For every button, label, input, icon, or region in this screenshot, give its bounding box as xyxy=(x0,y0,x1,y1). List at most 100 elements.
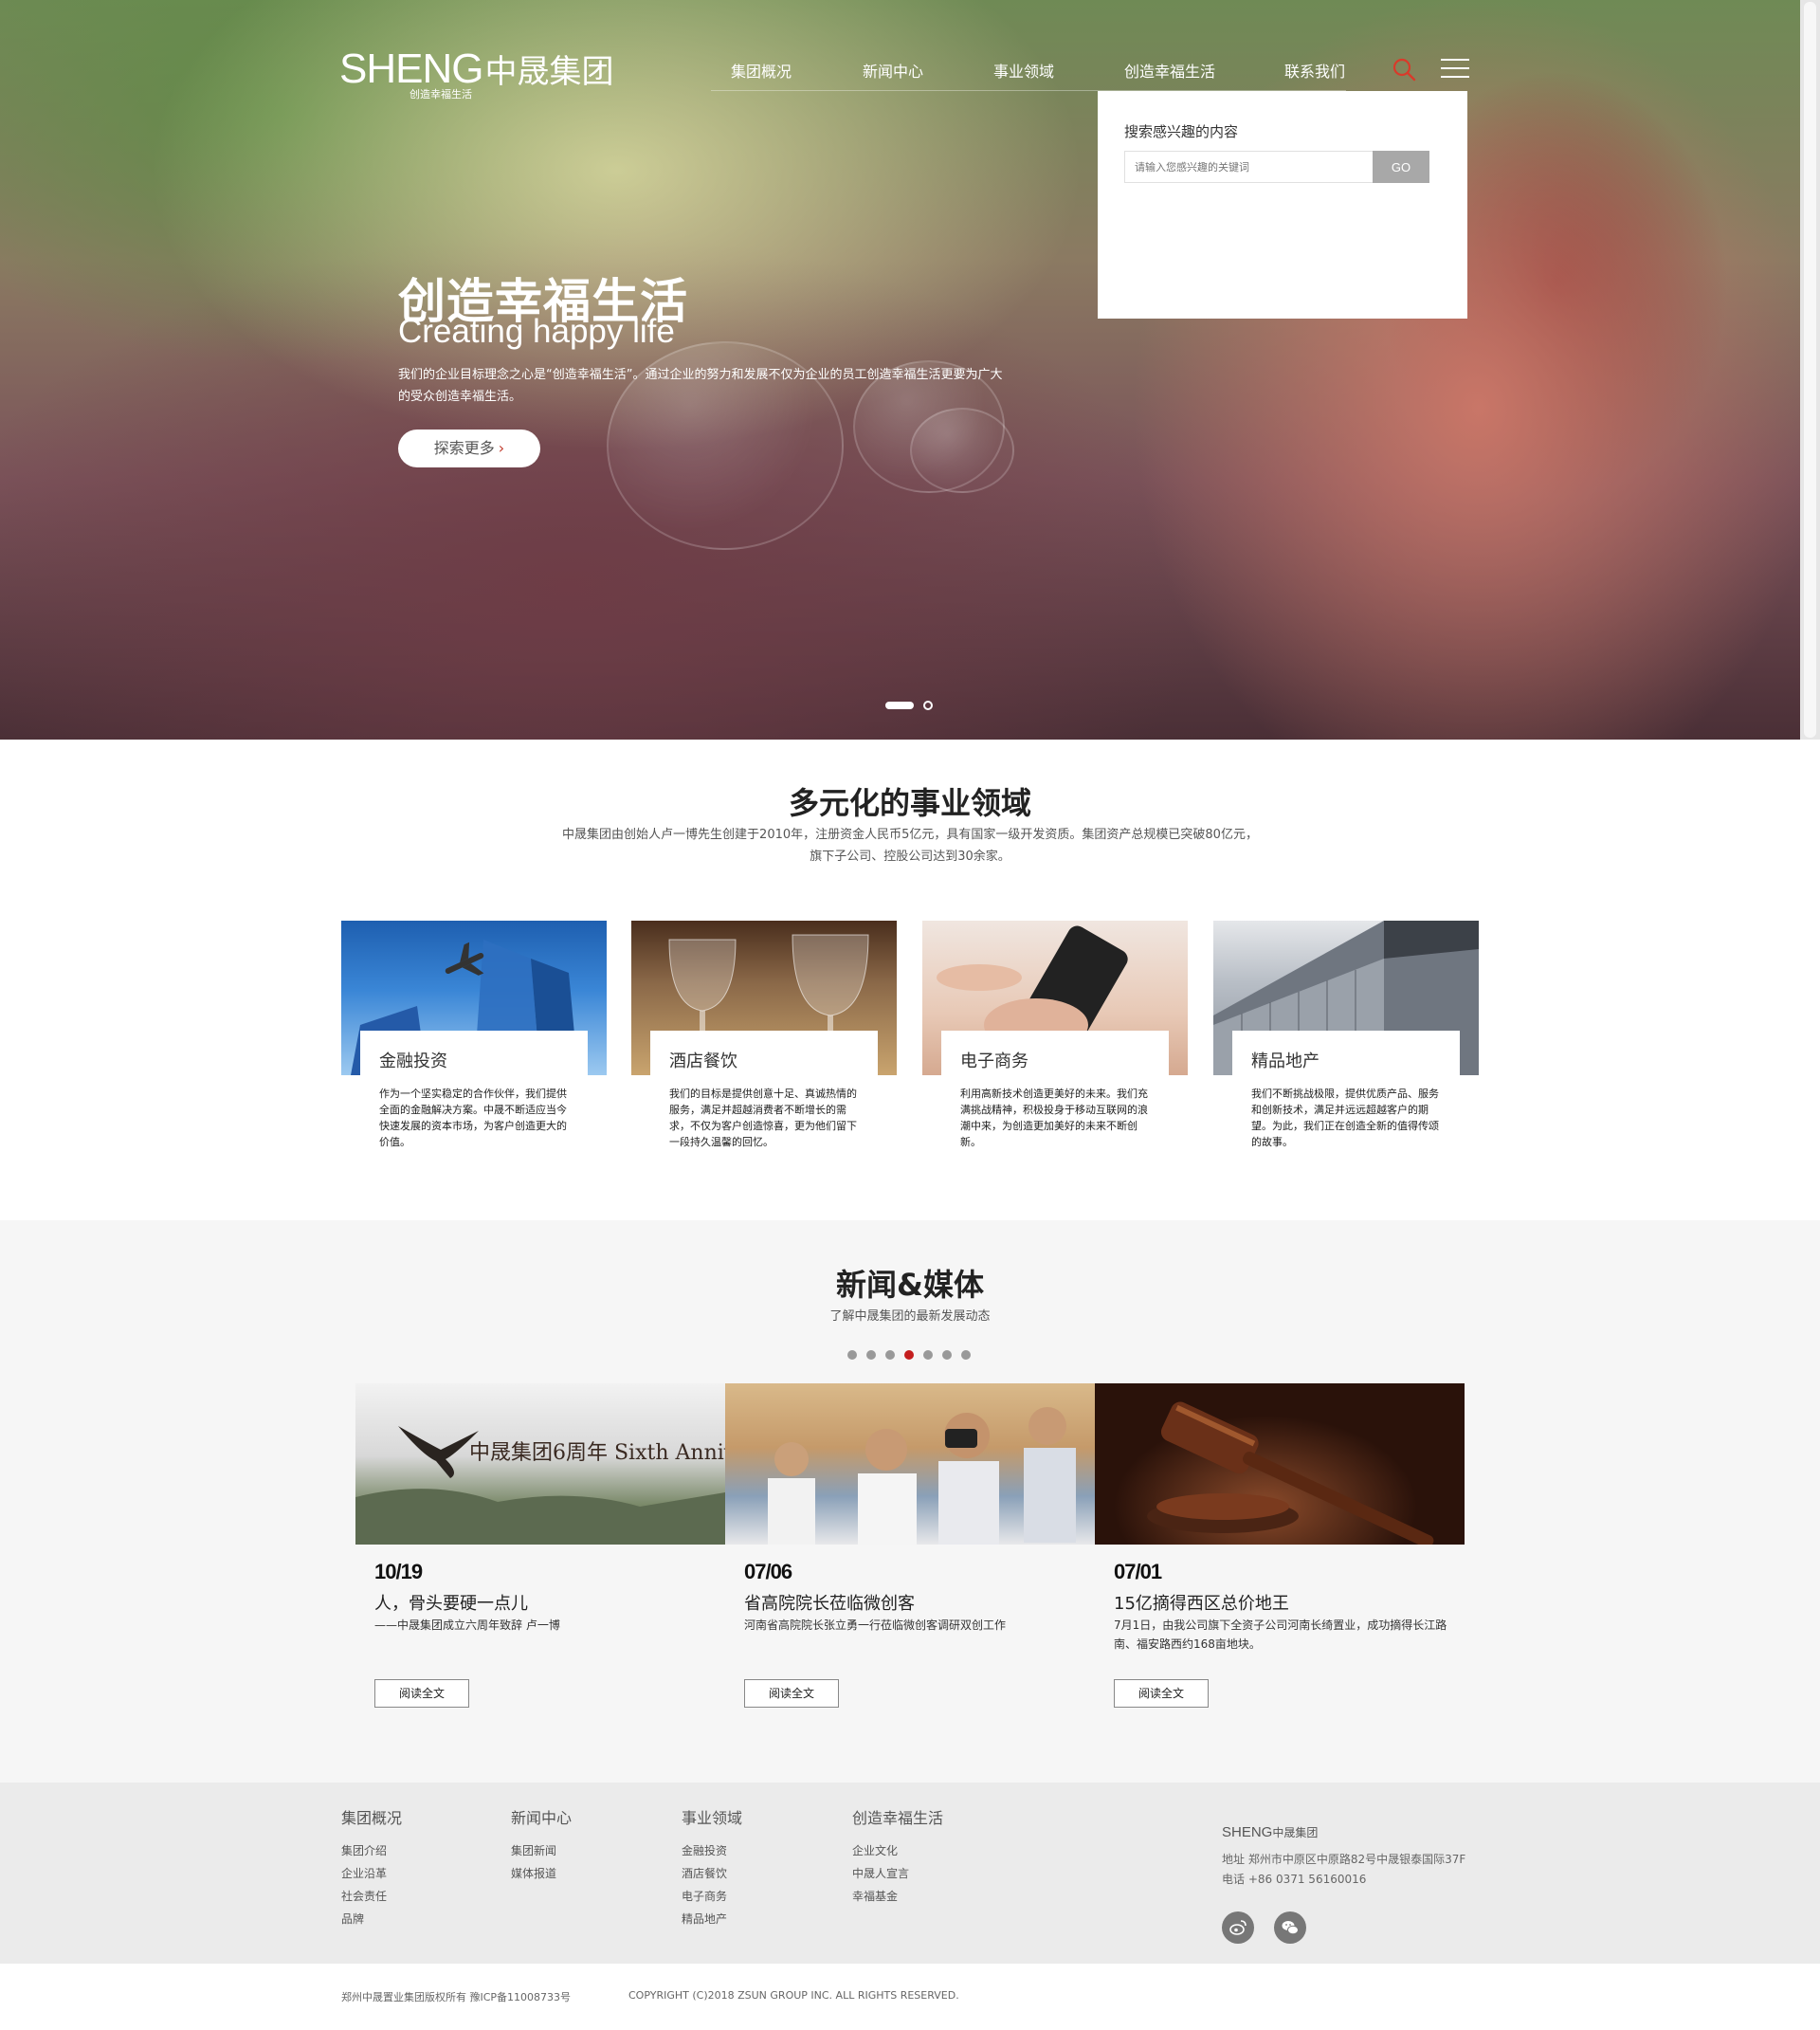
footer-logo[interactable]: SHENG中晟集团 xyxy=(1222,1824,1465,1840)
bubble-decoration xyxy=(910,408,1014,493)
business-card-ecommerce[interactable]: 电子商务 利用高新技术创造更美好的未来。我们充满挑战精神，积极投身于移动互联网的… xyxy=(922,921,1188,1148)
news-date: 10/19 xyxy=(374,1560,423,1583)
business-card-title: 酒店餐饮 xyxy=(669,1052,737,1071)
news-title: 人，骨头要硬一点儿 xyxy=(374,1594,528,1614)
news-card[interactable]: 中晟集团6周年 Sixth Anniversary 10/19 人，骨头要硬一点… xyxy=(355,1383,725,1763)
wechat-icon[interactable] xyxy=(1274,1911,1306,1944)
business-card-box: 电子商务 利用高新技术创造更美好的未来。我们充满挑战精神，积极投身于移动互联网的… xyxy=(941,1031,1169,1148)
news-date: 07/01 xyxy=(1114,1560,1162,1583)
logo-cn: 中晟集团 xyxy=(484,53,614,91)
business-card-title: 金融投资 xyxy=(379,1052,447,1071)
business-card-hotel[interactable]: 酒店餐饮 我们的目标是提供创意十足、真诚热情的服务，满足并超越消费者不断增长的需… xyxy=(631,921,897,1148)
news-pager-dot-active[interactable] xyxy=(904,1350,914,1360)
news-pager-dot[interactable] xyxy=(847,1350,857,1360)
footer-column-title[interactable]: 创造幸福生活 xyxy=(852,1805,943,1828)
footer-column-happy-life: 创造幸福生活 企业文化 中晟人宣言 幸福基金 xyxy=(852,1805,943,1908)
news-title: 15亿摘得西区总价地王 xyxy=(1114,1594,1289,1614)
anniversary-image: 中晟集团6周年 Sixth Anniversary xyxy=(355,1383,725,1545)
footer-logo-mark: SHENG xyxy=(1222,1824,1273,1840)
copyright-cn: 郑州中晟置业集团版权所有 豫ICP备11008733号 xyxy=(341,1991,572,2003)
footer-link[interactable]: 中晟人宣言 xyxy=(852,1862,943,1885)
business-card-text: 我们不断挑战极限，提供优质产品、服务和创新技术，满足并远远超越客户的期望。为此，… xyxy=(1251,1088,1439,1148)
footer-column-news: 新闻中心 集团新闻 媒体报道 xyxy=(511,1805,572,1885)
scrollbar-thumb[interactable] xyxy=(1804,2,1816,738)
footer-link[interactable]: 集团新闻 xyxy=(511,1839,572,1862)
main-nav: 集团概况 新闻中心 事业领域 创造幸福生活 联系我们 xyxy=(711,55,1346,91)
news-pager-dot[interactable] xyxy=(923,1350,933,1360)
news-pager-dot[interactable] xyxy=(942,1350,952,1360)
menu-icon[interactable] xyxy=(1441,59,1469,82)
business-card-text: 作为一个坚实稳定的合作伙伴，我们提供全面的金融解决方案。中晟不断适应当今快速发展… xyxy=(379,1088,567,1148)
logo-mark: SHENG xyxy=(339,46,483,92)
footer-link[interactable]: 精品地产 xyxy=(682,1908,742,1930)
footer-link[interactable]: 酒店餐饮 xyxy=(682,1862,742,1885)
footer-logo-cn: 中晟集团 xyxy=(1272,1826,1319,1839)
business-section-title: 多元化的事业领域 xyxy=(788,785,1031,821)
footer-link[interactable]: 品牌 xyxy=(341,1908,402,1930)
gavel-image xyxy=(1095,1383,1465,1545)
business-card-text: 我们的目标是提供创意十足、真诚热情的服务，满足并超越消费者不断增长的需求，不仅为… xyxy=(669,1088,857,1148)
page-scrollbar[interactable] xyxy=(1800,0,1820,740)
hero-subtitle: Creating happy life xyxy=(398,313,675,350)
news-summary: ——中晟集团成立六周年致辞 卢一博 xyxy=(374,1619,560,1632)
business-card-real-estate[interactable]: 精品地产 我们不断挑战极限，提供优质产品、服务和创新技术，满足并远远超越客户的期… xyxy=(1213,921,1479,1148)
business-card-box: 精品地产 我们不断挑战极限，提供优质产品、服务和创新技术，满足并远远超越客户的期… xyxy=(1232,1031,1460,1148)
nav-item-business[interactable]: 事业领域 xyxy=(993,59,1054,82)
footer-column-title[interactable]: 事业领域 xyxy=(682,1805,742,1828)
hero-banner: SHENG中晟集团 创造幸福生活 集团概况 新闻中心 事业领域 创造幸福生活 联… xyxy=(0,0,1820,740)
news-date: 07/06 xyxy=(744,1560,792,1583)
site-footer: 集团概况 集团介绍 企业沿革 社会责任 品牌 新闻中心 集团新闻 媒体报道 事业… xyxy=(0,1783,1820,1964)
business-card-box: 金融投资 作为一个坚实稳定的合作伙伴，我们提供全面的金融解决方案。中晟不断适应当… xyxy=(360,1031,588,1148)
logo-tagline: 创造幸福生活 xyxy=(410,88,472,101)
footer-link[interactable]: 企业沿革 xyxy=(341,1862,402,1885)
anniversary-image-text: 中晟集团6周年 Sixth Anniversary xyxy=(469,1441,725,1465)
search-go-button[interactable]: GO xyxy=(1373,151,1429,183)
hero-description: 我们的企业目标理念之心是“创造幸福生活”。通过企业的努力和发展不仅为企业的员工创… xyxy=(398,368,1003,404)
news-card[interactable]: 07/06 省高院院长莅临微创客 河南省高院院长张立勇一行莅临微创客调研双创工作… xyxy=(725,1383,1095,1763)
footer-column-title[interactable]: 集团概况 xyxy=(341,1805,402,1828)
read-more-button[interactable]: 阅读全文 xyxy=(744,1679,839,1708)
news-section-title: 新闻&媒体 xyxy=(836,1267,984,1303)
copyright-bar: 郑州中晟置业集团版权所有 豫ICP备11008733号 COPYRIGHT (C… xyxy=(0,1964,1820,2030)
site-logo[interactable]: SHENG中晟集团 创造幸福生活 xyxy=(339,46,614,101)
copyright-en: COPYRIGHT (C)2018 ZSUN GROUP INC. ALL RI… xyxy=(628,1989,959,2002)
business-card-box: 酒店餐饮 我们的目标是提供创意十足、真诚热情的服务，满足并超越消费者不断增长的需… xyxy=(650,1031,878,1148)
footer-link[interactable]: 企业文化 xyxy=(852,1839,943,1862)
business-card-title: 精品地产 xyxy=(1251,1052,1320,1071)
footer-link[interactable]: 金融投资 xyxy=(682,1839,742,1862)
news-pager-dot[interactable] xyxy=(961,1350,971,1360)
search-title: 搜索感兴趣的内容 xyxy=(1124,123,1239,140)
footer-phone: 电话 +86 0371 56160016 xyxy=(1222,1873,1367,1886)
search-input[interactable] xyxy=(1124,151,1374,183)
footer-contact-info: SHENG中晟集团 地址 郑州市中原区中原路82号中晟银泰国际37F 电话 +8… xyxy=(1222,1824,1465,1890)
nav-item-news[interactable]: 新闻中心 xyxy=(863,59,923,82)
news-pager-dot[interactable] xyxy=(866,1350,876,1360)
visit-photo xyxy=(725,1383,1095,1545)
search-icon[interactable] xyxy=(1392,57,1416,82)
footer-link[interactable]: 集团介绍 xyxy=(341,1839,402,1862)
news-card[interactable]: 07/01 15亿摘得西区总价地王 7月1日，由我公司旗下全资子公司河南长绮置业… xyxy=(1095,1383,1465,1763)
slide-dot[interactable] xyxy=(923,701,933,710)
explore-more-button[interactable]: 探索更多 › xyxy=(398,430,540,467)
nav-item-contact[interactable]: 联系我们 xyxy=(1284,59,1345,82)
read-more-button[interactable]: 阅读全文 xyxy=(374,1679,469,1708)
news-pager-dot[interactable] xyxy=(885,1350,895,1360)
explore-more-label: 探索更多 xyxy=(433,439,495,457)
read-more-button[interactable]: 阅读全文 xyxy=(1114,1679,1209,1708)
footer-column-about: 集团概况 集团介绍 企业沿革 社会责任 品牌 xyxy=(341,1805,402,1930)
nav-item-about[interactable]: 集团概况 xyxy=(731,59,792,82)
slide-dot-active[interactable] xyxy=(885,702,914,709)
news-section-subtitle: 了解中晟集团的最新发展动态 xyxy=(829,1309,991,1324)
weibo-icon[interactable] xyxy=(1222,1911,1254,1944)
footer-link[interactable]: 幸福基金 xyxy=(852,1885,943,1908)
news-summary: 7月1日，由我公司旗下全资子公司河南长绮置业，成功摘得长江路南、福安路西约168… xyxy=(1114,1619,1447,1651)
footer-link[interactable]: 电子商务 xyxy=(682,1885,742,1908)
search-dropdown: 搜索感兴趣的内容 GO xyxy=(1098,91,1467,319)
footer-link[interactable]: 社会责任 xyxy=(341,1885,402,1908)
footer-link[interactable]: 媒体报道 xyxy=(511,1862,572,1885)
footer-address: 地址 郑州市中原区中原路82号中晟银泰国际37F xyxy=(1222,1853,1466,1866)
nav-item-happy-life[interactable]: 创造幸福生活 xyxy=(1124,59,1215,82)
business-card-finance[interactable]: 金融投资 作为一个坚实稳定的合作伙伴，我们提供全面的金融解决方案。中晟不断适应当… xyxy=(341,921,607,1148)
business-card-title: 电子商务 xyxy=(960,1052,1028,1071)
footer-column-title[interactable]: 新闻中心 xyxy=(511,1805,572,1828)
